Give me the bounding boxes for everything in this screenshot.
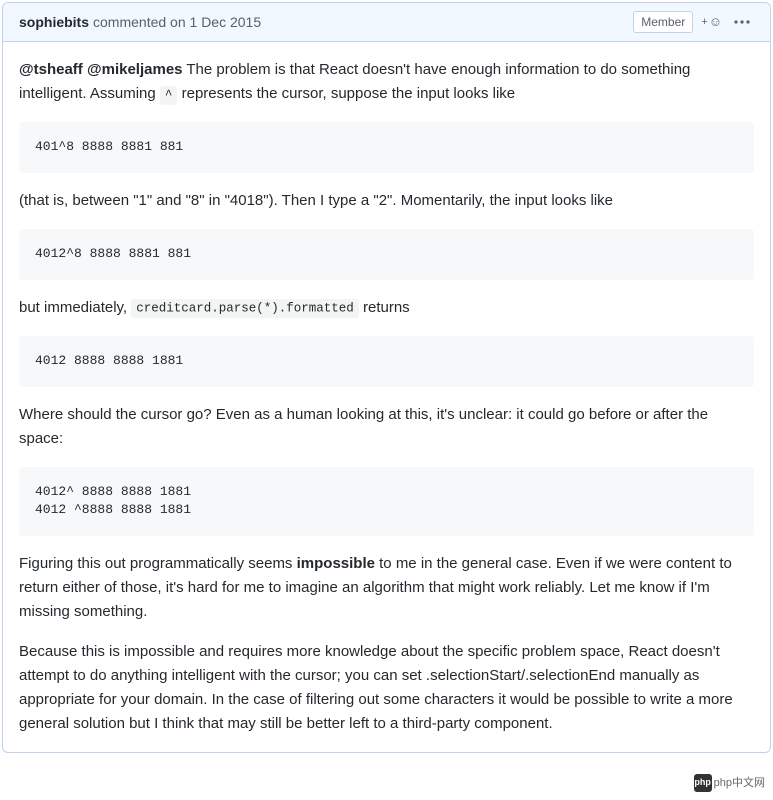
code-block: 4012^ 8888 8888 1881 4012 ^8888 8888 188…	[19, 467, 754, 537]
comment-header-left: sophiebits commented on 1 Dec 2015	[19, 12, 261, 33]
paragraph: @tsheaff @mikeljames The problem is that…	[19, 58, 754, 106]
paragraph: Because this is impossible and requires …	[19, 640, 754, 736]
comment-actions-button[interactable]	[730, 18, 754, 26]
plus-icon: +	[701, 14, 707, 31]
paragraph: Figuring this out programmatically seems…	[19, 552, 754, 624]
code-block: 4012^8 8888 8881 881	[19, 229, 754, 280]
paragraph: Where should the cursor go? Even as a hu…	[19, 403, 754, 451]
text: represents the cursor, suppose the input…	[177, 85, 515, 102]
paragraph: (that is, between "1" and "8" in "4018")…	[19, 189, 754, 213]
inline-code: creditcard.parse(*).formatted	[131, 299, 359, 318]
author-link[interactable]: sophiebits	[19, 12, 89, 33]
inline-code: ^	[160, 86, 178, 105]
bold-text: impossible	[297, 555, 375, 572]
watermark: php php中文网	[694, 774, 765, 792]
paragraph: but immediately, creditcard.parse(*).for…	[19, 296, 754, 320]
code-block: 401^8 8888 8881 881	[19, 122, 754, 173]
watermark-logo: php	[694, 774, 712, 792]
comment-header: sophiebits commented on 1 Dec 2015 Membe…	[3, 3, 770, 42]
comment-header-right: Member + ☺	[633, 11, 754, 33]
user-mention[interactable]: @tsheaff	[19, 61, 83, 78]
code-block: 4012 8888 8888 1881	[19, 336, 754, 387]
text: but immediately,	[19, 299, 131, 316]
kebab-icon	[734, 20, 750, 24]
text: Figuring this out programmatically seems	[19, 555, 297, 572]
smiley-icon: ☺	[709, 12, 722, 32]
add-reaction-button[interactable]: + ☺	[701, 12, 722, 32]
member-badge: Member	[633, 11, 693, 33]
user-mention[interactable]: @mikeljames	[87, 61, 183, 78]
watermark-text: php中文网	[714, 775, 765, 792]
text: returns	[359, 299, 410, 316]
comment-timestamp: commented on 1 Dec 2015	[93, 12, 261, 33]
comment-card: sophiebits commented on 1 Dec 2015 Membe…	[2, 2, 771, 753]
comment-body: @tsheaff @mikeljames The problem is that…	[3, 42, 770, 752]
